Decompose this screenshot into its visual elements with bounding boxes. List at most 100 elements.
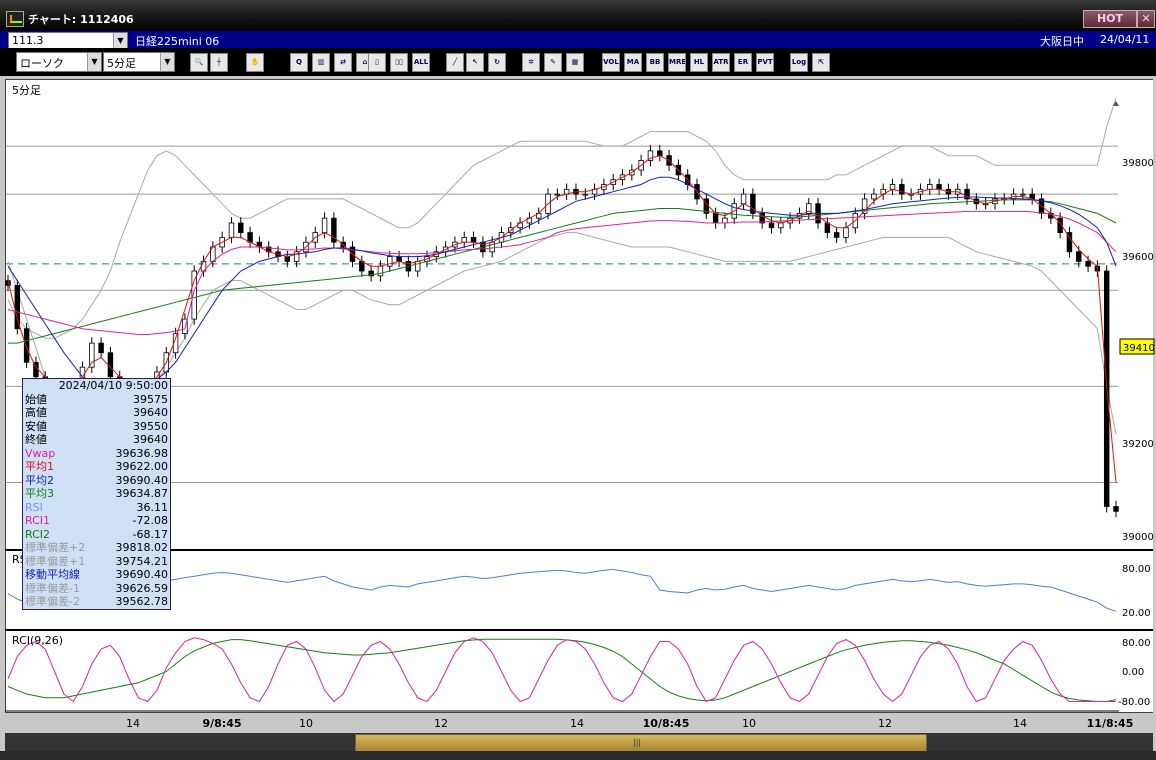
info-row: 標準偏差-1 39626.59 bbox=[23, 582, 170, 596]
info-value: 39622.00 bbox=[115, 460, 169, 473]
candle bbox=[1076, 251, 1082, 262]
x-tick-label: 10 bbox=[742, 717, 756, 730]
info-row: Vwap 39636.98 bbox=[23, 447, 170, 461]
candle bbox=[582, 193, 589, 196]
info-value: 36.11 bbox=[136, 500, 169, 514]
info-label: RCI2 bbox=[25, 527, 51, 541]
info-value: 39636.98 bbox=[115, 446, 169, 460]
rci-tick-label: -80.00 bbox=[1118, 697, 1150, 708]
grip-icon: ||| bbox=[633, 738, 642, 747]
info-value: 39562.78 bbox=[115, 595, 169, 608]
rci-tick-label: 0.00 bbox=[1122, 667, 1144, 678]
price-tick-label: 39000 bbox=[1122, 532, 1154, 543]
candle bbox=[833, 232, 840, 238]
info-value: 39550 bbox=[133, 419, 168, 433]
candle bbox=[461, 236, 467, 243]
info-row: 標準偏差-2 39562.78 bbox=[23, 595, 170, 609]
info-row: 高値 39640 bbox=[23, 406, 170, 420]
candle bbox=[889, 184, 896, 190]
x-tick-label: 11/8:45 bbox=[1087, 717, 1134, 730]
info-value: 39818.02 bbox=[115, 541, 169, 554]
x-tick-label: 12 bbox=[878, 717, 892, 730]
candle bbox=[377, 265, 384, 277]
info-row: RSI 36.11 bbox=[23, 501, 170, 515]
info-row: 標準偏差+2 39818.02 bbox=[23, 541, 170, 555]
status-strip bbox=[0, 751, 1156, 760]
info-row: 始値 39575 bbox=[23, 393, 170, 407]
candle bbox=[228, 222, 235, 238]
info-value: 39754.21 bbox=[115, 554, 169, 568]
info-label: 安値 bbox=[25, 419, 47, 433]
x-tick-label: 12 bbox=[434, 717, 448, 730]
info-label: 移動平均線 bbox=[25, 568, 80, 581]
info-label: 平均2 bbox=[25, 473, 54, 487]
candle bbox=[554, 193, 561, 196]
candle bbox=[89, 342, 95, 368]
candle bbox=[14, 285, 21, 330]
info-value: 39575 bbox=[133, 392, 168, 406]
candle bbox=[23, 328, 30, 363]
rci-panel-label: RCI(9,26) bbox=[12, 634, 63, 647]
ma3-line bbox=[8, 199, 1117, 344]
panel-label: 5分足 bbox=[12, 84, 41, 97]
candle bbox=[778, 222, 784, 229]
rci-tick-label: 80.00 bbox=[1122, 638, 1151, 649]
candle bbox=[871, 193, 877, 200]
info-row: 終値 39640 bbox=[23, 433, 170, 447]
info-value: 39634.87 bbox=[115, 487, 169, 500]
price-tick-label: 39800 bbox=[1122, 158, 1154, 169]
info-label: Vwap bbox=[25, 446, 56, 460]
info-row: 標準偏差+1 39754.21 bbox=[23, 555, 170, 569]
candle bbox=[936, 184, 942, 190]
current-price-label: 39410 bbox=[1123, 343, 1155, 354]
candle bbox=[414, 261, 421, 272]
candle bbox=[247, 232, 253, 243]
candle bbox=[740, 193, 747, 205]
price-tick-label: 39600 bbox=[1122, 252, 1154, 263]
x-tick-label: 14 bbox=[126, 717, 140, 730]
candle bbox=[657, 150, 663, 157]
candle bbox=[359, 261, 365, 272]
info-row: 平均2 39690.40 bbox=[23, 474, 170, 488]
info-row: RCI1 -72.08 bbox=[23, 514, 170, 528]
candle bbox=[824, 222, 831, 233]
x-tick-label: 10 bbox=[299, 717, 313, 730]
info-row: RCI2 -68.17 bbox=[23, 528, 170, 542]
rsi-tick-label: 20.00 bbox=[1122, 608, 1151, 619]
info-label: 始値 bbox=[25, 392, 47, 406]
candle bbox=[284, 256, 291, 262]
info-label: 平均1 bbox=[25, 460, 54, 473]
price-tick-label: 39200 bbox=[1122, 439, 1154, 450]
info-datetime: 2024/04/10 9:50:00 bbox=[58, 379, 168, 392]
info-label: RSI bbox=[25, 500, 43, 514]
data-window: 2024/04/10 9:50:00 始値 39575 高値 39640 安値 39550… bbox=[22, 378, 171, 610]
candle bbox=[470, 236, 477, 243]
info-value: 39690.40 bbox=[115, 568, 169, 581]
info-value: -72.08 bbox=[132, 514, 168, 527]
candle bbox=[396, 256, 402, 262]
info-row: 平均1 39622.00 bbox=[23, 460, 170, 474]
info-value: 39626.59 bbox=[115, 581, 169, 595]
candle bbox=[238, 222, 244, 233]
ma1-line bbox=[7, 155, 1117, 483]
candle bbox=[1113, 506, 1119, 512]
x-tick-label: 14 bbox=[570, 717, 584, 730]
info-row: 安値 39550 bbox=[23, 420, 170, 434]
candle bbox=[1020, 193, 1026, 196]
candle bbox=[1085, 261, 1091, 267]
rci2-line bbox=[7, 638, 1116, 702]
info-label: 標準偏差-2 bbox=[25, 595, 80, 608]
price-chart[interactable]: 39800 39600 39200 39000 39410 80.00 20.00 RSI 80… bbox=[0, 0, 1156, 760]
info-label: 終値 bbox=[25, 433, 47, 446]
info-row: 移動平均線 39690.40 bbox=[23, 568, 170, 582]
candle bbox=[927, 184, 933, 190]
info-value: -68.17 bbox=[132, 527, 168, 541]
candle bbox=[98, 342, 104, 354]
info-label: RCI1 bbox=[25, 514, 51, 527]
rsi-tick-label: 80.00 bbox=[1122, 564, 1151, 575]
info-label: 標準偏差-1 bbox=[25, 581, 80, 595]
candle bbox=[768, 222, 775, 229]
candle bbox=[843, 227, 849, 238]
x-tick-label: 14 bbox=[1013, 717, 1027, 730]
x-tick-label: 9/8:45 bbox=[202, 717, 241, 730]
